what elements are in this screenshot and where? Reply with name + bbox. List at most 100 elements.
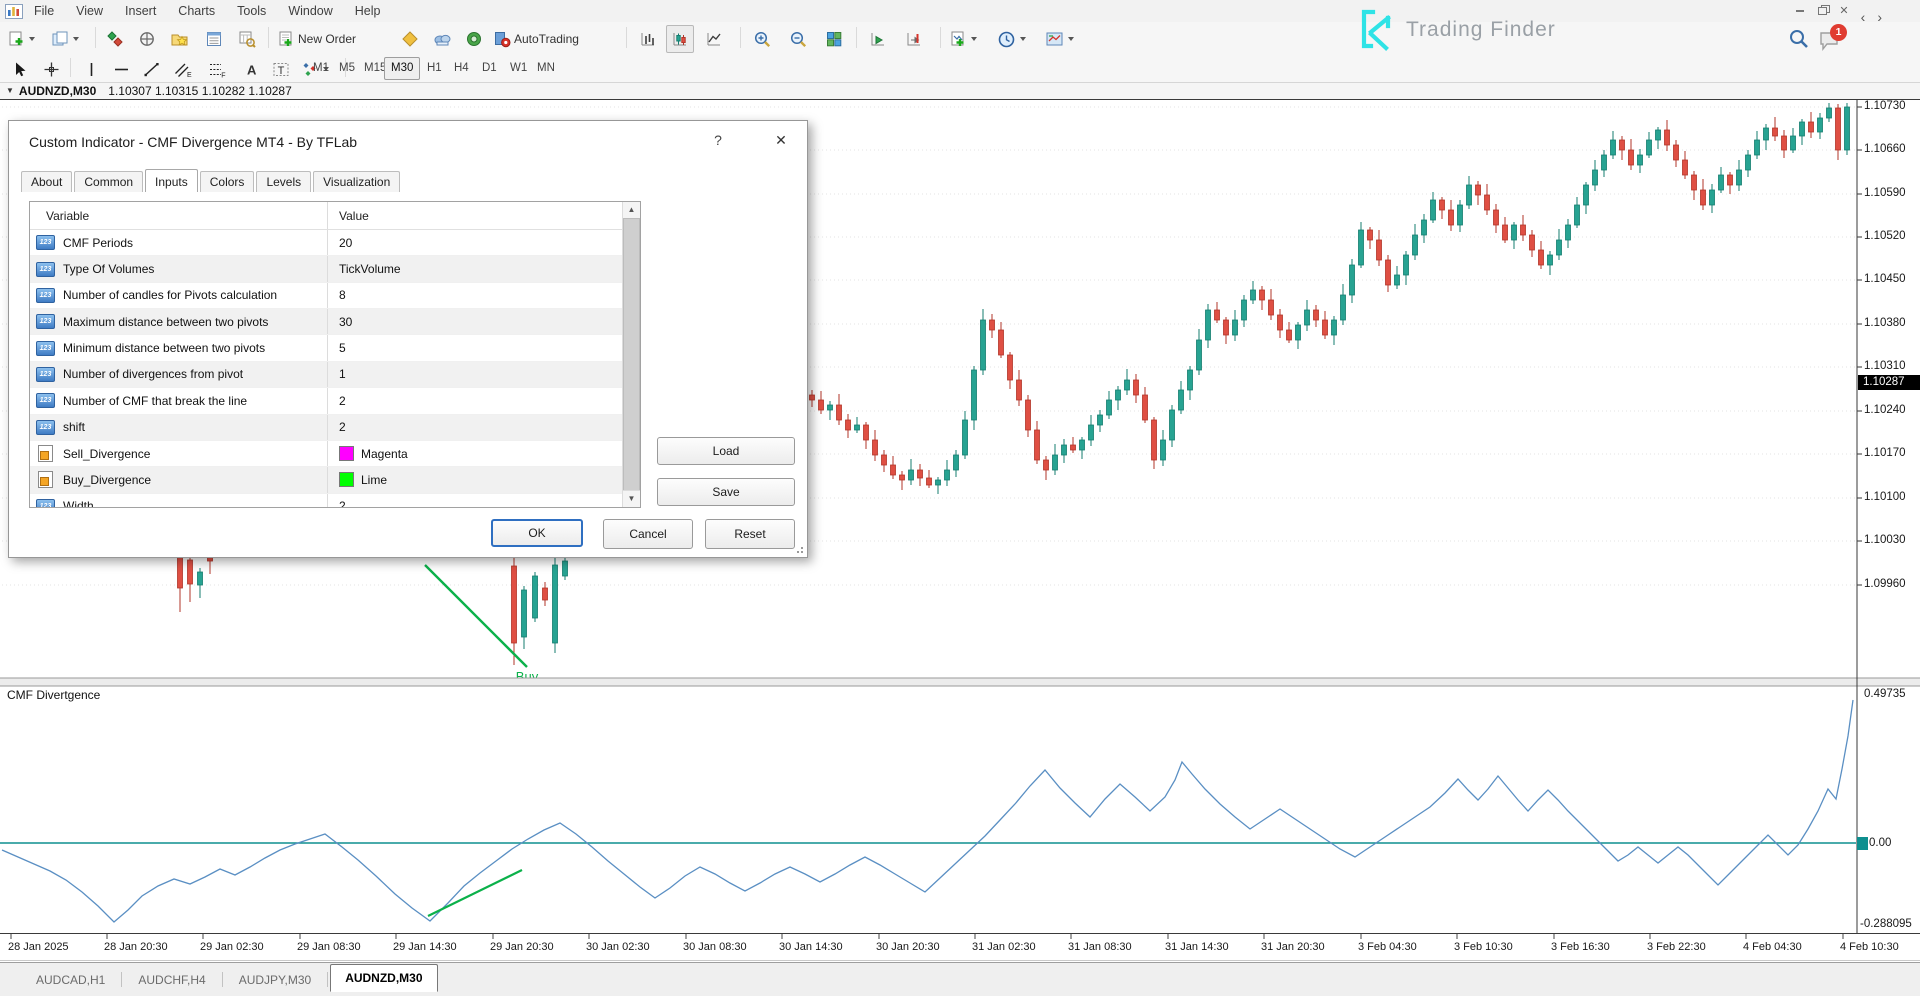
input-row[interactable]: 123Minimum distance between two pivots5: [30, 335, 623, 361]
chart-tab-audjpy-m30[interactable]: AUDJPY,M30: [225, 968, 325, 992]
new-chart-button[interactable]: [6, 25, 36, 53]
table-scrollbar[interactable]: ▲ ▼: [622, 202, 640, 507]
line-chart-mode-button[interactable]: [700, 25, 728, 53]
history-center-button[interactable]: [233, 25, 261, 53]
input-row[interactable]: 123Type Of VolumesTickVolume: [30, 256, 623, 282]
input-row[interactable]: 123shift2: [30, 415, 623, 441]
ok-button[interactable]: OK: [491, 519, 583, 547]
indicators-button[interactable]: [948, 25, 978, 53]
symbol-dropdown-icon[interactable]: ▼: [6, 86, 14, 95]
zoom-in-button[interactable]: [748, 25, 776, 53]
tab-next-icon[interactable]: ›: [1877, 9, 1894, 25]
favorites-button[interactable]: [165, 25, 193, 53]
menu-tools[interactable]: Tools: [226, 0, 277, 22]
text-label-tool-button[interactable]: T: [268, 56, 294, 82]
chart-tab-audchf-h4[interactable]: AUDCHF,H4: [124, 968, 219, 992]
dialog-tab-colors[interactable]: Colors: [200, 171, 255, 192]
market-watch-button[interactable]: [101, 25, 129, 53]
data-window-button[interactable]: [200, 25, 228, 53]
load-button[interactable]: Load: [657, 437, 795, 465]
parameter-value[interactable]: 2: [327, 494, 623, 508]
dialog-tab-about[interactable]: About: [21, 171, 72, 192]
scroll-up-button[interactable]: ▲: [623, 202, 640, 219]
auto-scroll-button[interactable]: [864, 25, 892, 53]
timeframe-d1[interactable]: D1: [475, 57, 504, 80]
timeframe-m30[interactable]: M30: [384, 57, 420, 80]
parameter-value[interactable]: 20: [327, 230, 623, 255]
vertical-line-tool-button[interactable]: [78, 56, 104, 82]
input-row[interactable]: 123Width2: [30, 494, 623, 508]
dialog-tab-common[interactable]: Common: [74, 171, 143, 192]
window-restore-button[interactable]: [1814, 4, 1830, 17]
navigator-button[interactable]: [133, 25, 161, 53]
text-tool-button[interactable]: A: [238, 56, 264, 82]
input-row[interactable]: 123CMF Periods20: [30, 230, 623, 256]
parameter-value[interactable]: Lime: [327, 467, 623, 492]
price-axis-label: 1.10380: [1864, 317, 1906, 329]
input-row[interactable]: 123Maximum distance between two pivots30: [30, 309, 623, 335]
parameter-value[interactable]: 5: [327, 335, 623, 360]
input-row[interactable]: 123Number of CMF that break the line2: [30, 388, 623, 414]
trendline-tool-button[interactable]: [138, 56, 164, 82]
scrollbar-thumb[interactable]: [623, 218, 640, 491]
parameter-value[interactable]: 1: [327, 362, 623, 387]
dialog-help-button[interactable]: ?: [707, 132, 729, 152]
templates-button[interactable]: [1044, 25, 1075, 53]
dialog-tab-levels[interactable]: Levels: [256, 171, 311, 192]
parameter-name: Number of divergences from pivot: [63, 367, 243, 381]
menu-window[interactable]: Window: [277, 0, 343, 22]
new-order-button[interactable]: New Order: [276, 25, 360, 53]
parameter-value[interactable]: 2: [327, 388, 623, 413]
parameter-value[interactable]: Magenta: [327, 441, 623, 466]
parameter-name: Maximum distance between two pivots: [63, 315, 268, 329]
timeframe-mn[interactable]: MN: [530, 57, 562, 80]
parameter-value[interactable]: TickVolume: [327, 256, 623, 281]
cancel-button[interactable]: Cancel: [603, 519, 693, 549]
menu-view[interactable]: View: [65, 0, 114, 22]
chart-tab-audcad-h1[interactable]: AUDCAD,H1: [22, 968, 119, 992]
parameter-value[interactable]: 30: [327, 309, 623, 334]
menu-file[interactable]: File: [23, 0, 65, 22]
crosshair-tool-button[interactable]: [38, 56, 64, 82]
menu-help[interactable]: Help: [344, 0, 392, 22]
input-row[interactable]: Buy_DivergenceLime: [30, 467, 623, 493]
tile-windows-button[interactable]: [820, 25, 848, 53]
dialog-tab-inputs[interactable]: Inputs: [145, 169, 198, 192]
chart-shift-button[interactable]: [900, 25, 928, 53]
horizontal-line-tool-button[interactable]: [108, 56, 134, 82]
fibonacci-tool-button[interactable]: F: [204, 56, 230, 82]
timeframe-h4[interactable]: H4: [447, 57, 476, 80]
chart-tab-audnzd-m30[interactable]: AUDNZD,M30: [330, 964, 437, 992]
search-button[interactable]: [1788, 28, 1812, 52]
dialog-close-button[interactable]: ✕: [769, 132, 793, 152]
input-row[interactable]: 123Number of candles for Pivots calculat…: [30, 283, 623, 309]
profiles-button[interactable]: [50, 25, 80, 53]
parameter-value[interactable]: 8: [327, 283, 623, 308]
save-button[interactable]: Save: [657, 478, 795, 506]
dialog-resize-grip[interactable]: [795, 545, 803, 553]
input-row[interactable]: Sell_DivergenceMagenta: [30, 441, 623, 467]
tab-scroll-arrows[interactable]: ‹›: [1861, 9, 1894, 25]
zoom-out-button[interactable]: [784, 25, 812, 53]
equidistant-channel-tool-button[interactable]: E: [170, 56, 196, 82]
metaeditor-button[interactable]: [396, 25, 424, 53]
tab-prev-icon[interactable]: ‹: [1861, 9, 1878, 25]
market-button[interactable]: [428, 25, 456, 53]
bar-chart-mode-button[interactable]: [634, 25, 662, 53]
menu-insert[interactable]: Insert: [114, 0, 167, 22]
autotrading-button[interactable]: AutoTrading: [492, 25, 583, 53]
signals-button[interactable]: [460, 25, 488, 53]
parameter-value[interactable]: 2: [327, 415, 623, 440]
color-swatch: [339, 446, 354, 461]
reset-button[interactable]: Reset: [705, 519, 795, 549]
candlestick-mode-button[interactable]: [666, 25, 694, 53]
periods-button[interactable]: [996, 25, 1027, 53]
window-close-button[interactable]: ✕: [1836, 4, 1852, 17]
timeframe-h1[interactable]: H1: [420, 57, 449, 80]
menu-charts[interactable]: Charts: [167, 0, 226, 22]
dialog-tab-visualization[interactable]: Visualization: [313, 171, 400, 192]
scroll-down-button[interactable]: ▼: [623, 490, 640, 507]
cursor-tool-button[interactable]: [6, 56, 32, 82]
input-row[interactable]: 123Number of divergences from pivot1: [30, 362, 623, 388]
window-minimize-button[interactable]: [1792, 4, 1808, 17]
